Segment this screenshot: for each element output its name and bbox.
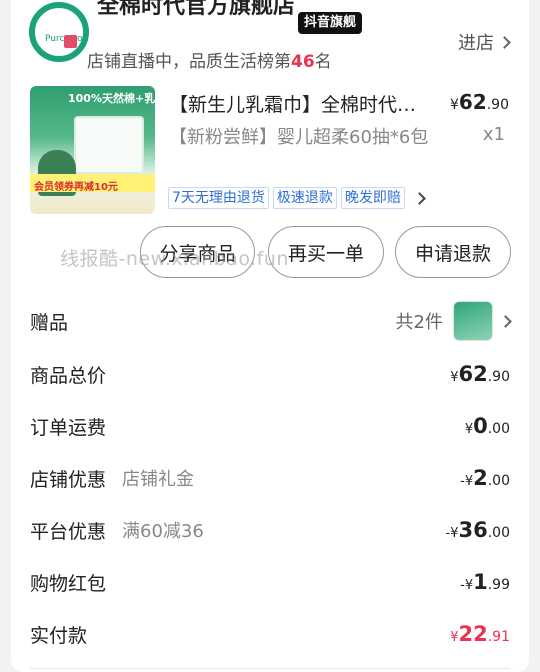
gift-count: 共2件 — [395, 312, 443, 333]
red-packet-value: -¥1.99 — [460, 570, 510, 594]
gift-label: 赠品 — [30, 311, 69, 334]
red-packet-cur: -¥ — [460, 578, 474, 593]
order-card: Purcotton 全棉时代官方旗舰店 抖音旗舰 店铺直播中，品质生活榜第46名… — [11, 0, 529, 672]
paid-cur: ¥ — [450, 630, 459, 645]
store-discount-int: 2 — [473, 466, 488, 490]
store-name[interactable]: 全棉时代官方旗舰店 — [97, 0, 295, 20]
store-logo[interactable]: Purcotton — [29, 2, 89, 62]
product-thumbnail[interactable]: 100%天然棉+乳霜 会员领券再减10元 — [30, 86, 155, 214]
product-price-dec: .90 — [486, 97, 509, 113]
shipping-int: 0 — [473, 414, 488, 438]
platform-discount-int: 36 — [458, 518, 488, 542]
product-box-image — [74, 116, 144, 174]
rebuy-button[interactable]: 再买一单 — [268, 226, 384, 278]
service-tags[interactable]: 7天无理由退货 极速退款 晚发即赔 — [168, 187, 426, 209]
paid-dec: .91 — [487, 629, 510, 645]
shipping-dec: .00 — [487, 421, 510, 437]
store-badge: 抖音旗舰 — [298, 12, 363, 34]
platform-discount-cur: -¥ — [445, 526, 459, 541]
total-dec: .90 — [487, 369, 510, 385]
platform-discount-dec: .00 — [487, 525, 510, 541]
product-quantity: x1 — [482, 124, 505, 145]
paid-label: 实付款 — [30, 624, 88, 647]
paid-value: ¥22.91 — [450, 622, 510, 646]
paid-int: 22 — [458, 622, 488, 646]
store-discount-dec: .00 — [487, 473, 510, 489]
shipping-cur: ¥ — [464, 422, 474, 437]
product-spec: 【新粉尝鲜】婴儿超柔60抽*6包 — [169, 127, 429, 148]
red-packet-dec: .99 — [487, 577, 510, 593]
service-tag: 晚发即赔 — [340, 187, 405, 209]
product-price: ¥62.90 — [450, 90, 509, 114]
goto-store-label: 进店 — [458, 33, 494, 54]
product-title[interactable]: 【新生儿乳霜巾】全棉时代乳霜巾 — [169, 90, 433, 117]
total-label: 商品总价 — [30, 364, 107, 387]
platform-discount-row: 平台优惠 满60减36 -¥36.00 — [30, 512, 510, 548]
platform-discount-note: 满60减36 — [122, 521, 204, 542]
chevron-right-icon — [499, 314, 512, 328]
product-price-int: 62 — [458, 90, 487, 114]
gift-right: 共2件 — [395, 301, 512, 341]
divider — [30, 668, 510, 669]
chevron-right-icon — [498, 35, 511, 49]
store-discount-note: 店铺礼金 — [122, 469, 195, 490]
platform-discount-value: -¥36.00 — [446, 518, 510, 542]
service-tag: 极速退款 — [272, 187, 337, 209]
gift-thumbnail — [453, 301, 493, 341]
paid-row: 实付款 ¥22.91 — [30, 616, 510, 652]
thumb-promo: 会员领券再减10元 — [34, 182, 118, 193]
store-status-suffix: 名 — [314, 52, 332, 72]
red-packet-row: 购物红包 -¥1.99 — [30, 564, 510, 600]
total-value: ¥62.90 — [450, 362, 510, 386]
platform-discount-label: 平台优惠 — [30, 520, 107, 543]
store-logo-mark-icon — [64, 35, 77, 48]
total-int: 62 — [458, 362, 488, 386]
total-row: 商品总价 ¥62.90 — [30, 356, 510, 392]
red-packet-int: 1 — [473, 570, 488, 594]
store-discount-cur: -¥ — [460, 474, 474, 489]
store-status-prefix: 店铺直播中，品质生活榜第 — [87, 52, 291, 72]
shipping-row: 订单运费 ¥0.00 — [30, 408, 510, 444]
goto-store-button[interactable]: 进店 — [458, 29, 511, 55]
store-status: 店铺直播中，品质生活榜第46名 — [87, 47, 332, 72]
red-packet-label: 购物红包 — [30, 572, 107, 595]
store-discount-row: 店铺优惠 店铺礼金 -¥2.00 — [30, 460, 510, 496]
store-rank: 46 — [291, 52, 315, 72]
gift-row[interactable]: 赠品 共2件 — [30, 301, 512, 341]
share-product-button[interactable]: 分享商品 — [140, 226, 255, 278]
product-price-currency: ¥ — [449, 97, 459, 113]
request-refund-button[interactable]: 申请退款 — [395, 226, 511, 278]
store-discount-label: 店铺优惠 — [30, 468, 107, 491]
store-discount-value: -¥2.00 — [460, 466, 510, 490]
service-tag: 7天无理由退货 — [168, 187, 269, 209]
chevron-right-icon[interactable] — [413, 191, 426, 205]
shipping-value: ¥0.00 — [465, 414, 510, 438]
total-cur: ¥ — [450, 370, 459, 385]
thumb-text: 100%天然棉+乳霜 — [68, 92, 155, 105]
shipping-label: 订单运费 — [30, 416, 107, 439]
